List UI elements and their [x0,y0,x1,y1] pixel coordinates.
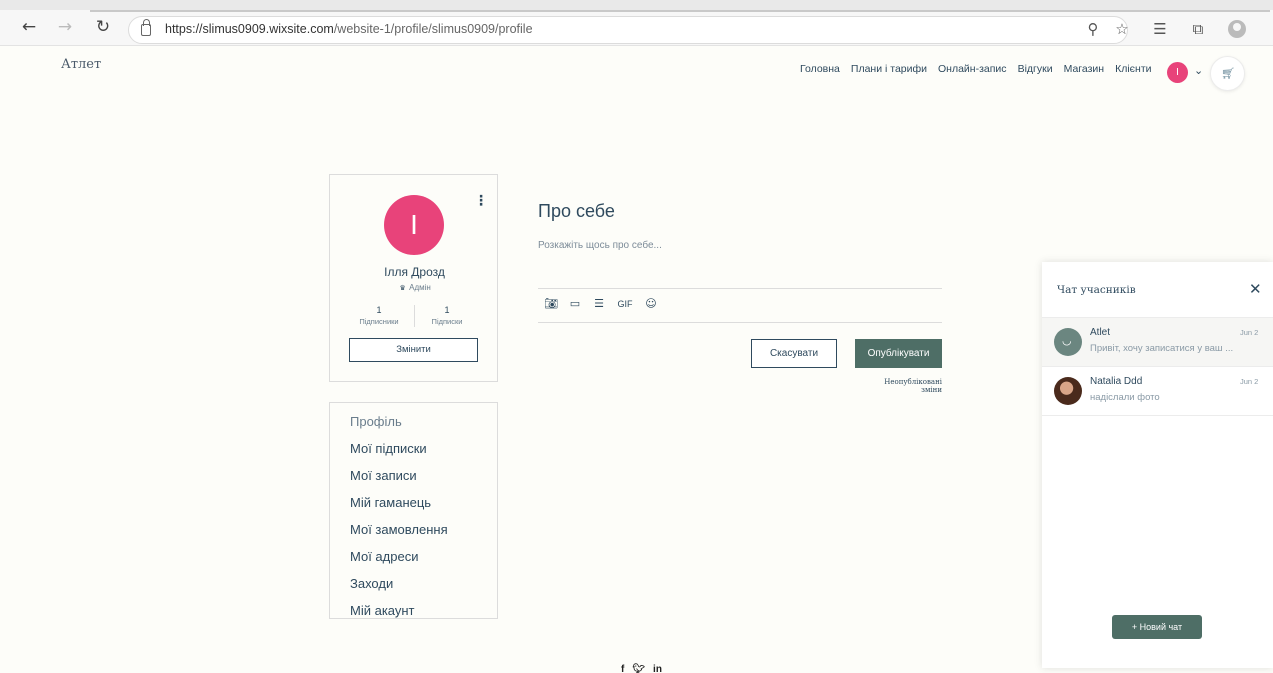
edit-profile-button[interactable]: Змінити [349,338,478,362]
social-links: f 🐦︎ in [621,664,662,673]
chat-title: Чат учасників [1057,284,1136,296]
menu-item-orders[interactable]: Мої замовлення [330,516,497,543]
user-avatar[interactable]: I [1167,62,1188,83]
collections-icon[interactable]: ⧉ [1188,19,1208,39]
nav-home[interactable]: Головна [800,63,840,75]
chat-preview: надіслали фото [1090,392,1160,403]
crown-icon: ♛ [399,285,406,292]
linkedin-icon[interactable]: in [653,664,662,673]
new-chat-button[interactable]: + Новий чат [1112,615,1202,639]
emoji-icon[interactable]: ☺ [644,297,658,311]
browser-toolbar: ← → ↻ https://slimus0909.wixsite.com/web… [0,0,1273,46]
favorite-star-icon[interactable]: ☆ [1112,19,1132,39]
video-icon[interactable]: ▭ [568,297,582,311]
chat-date: Jun 2 [1240,377,1259,386]
browser-profile-icon[interactable] [1228,20,1246,38]
menu-item-wallet[interactable]: Мій гаманець [330,489,497,516]
close-icon[interactable]: ✕ [1249,280,1262,298]
cancel-button[interactable]: Скасувати [751,339,837,368]
menu-item-addresses[interactable]: Мої адреси [330,543,497,570]
following-label: Підписки [431,317,463,326]
followers-label: Підписники [359,317,399,326]
facebook-icon[interactable]: f [621,664,624,673]
menu-item-events[interactable]: Заходи [330,570,497,597]
menu-item-account[interactable]: Мій акаунт [330,597,497,624]
nav-plans[interactable]: Плани і тарифи [851,63,927,75]
site-logo[interactable]: Атлет [61,57,101,72]
url-text[interactable]: https://slimus0909.wixsite.com/website-1… [165,22,533,36]
avatar [1054,328,1082,356]
address-bar[interactable]: https://slimus0909.wixsite.com/website-1… [128,16,1128,44]
back-arrow-icon[interactable]: ← [18,16,40,38]
nav-reviews[interactable]: Відгуки [1018,63,1053,75]
tab-strip [0,0,1273,10]
forward-arrow-icon[interactable]: → [54,16,76,38]
reload-icon[interactable]: ↻ [92,16,114,38]
menu-item-bookings[interactable]: Мої записи [330,462,497,489]
avatar [1054,377,1082,405]
nav-booking[interactable]: Онлайн-запис [938,63,1007,75]
profile-card: ⋮ I Ілля Дрозд ♛ Адмін 1 Підписники 1 Під… [329,174,498,382]
editor-divider-top [538,288,942,289]
about-input[interactable] [538,234,942,256]
camera-icon[interactable]: 📷︎ [544,297,558,311]
following-stat[interactable]: 1 Підписки [412,305,482,326]
url-host: https://slimus0909.wixsite.com [165,22,334,36]
editor-toolbar: 📷︎ ▭ ☰ GIF ☺ [544,297,658,311]
following-count: 1 [444,305,450,315]
site-nav: Головна Плани і тарифи Онлайн-запис Відг… [800,63,1152,75]
favorites-list-icon[interactable]: ☰ [1150,19,1170,39]
profile-name: Ілля Дрозд [384,265,445,279]
about-title: Про себе [538,201,615,221]
divider-insert-icon[interactable]: ☰ [592,297,606,311]
editor-divider-bottom [538,322,942,323]
chevron-down-icon[interactable]: ⌄ [1194,64,1203,77]
cart-button[interactable]: 🛒︎ [1210,56,1245,91]
unpublished-changes-note: Неопубліковані зміни [884,378,942,394]
zoom-icon[interactable]: ⚲ [1083,19,1103,39]
chat-date: Jun 2 [1240,328,1259,337]
nav-shop[interactable]: Магазин [1064,63,1105,75]
profile-menu: Профіль Мої підписки Мої записи Мій гама… [329,402,498,619]
url-path: /website-1/profile/slimus0909/profile [333,22,533,36]
profile-avatar[interactable]: I [384,195,444,255]
chat-panel: Чат учасників ✕ Atlet Jun 2 Привіт, хочу… [1042,262,1273,668]
tab-indicator [90,10,1270,12]
nav-clients[interactable]: Клієнти [1115,63,1151,75]
more-options-icon[interactable]: ⋮ [474,193,488,209]
chat-conversation[interactable]: Atlet Jun 2 Привіт, хочу записатися у ва… [1042,318,1273,367]
cart-icon: 🛒︎ [1221,67,1235,80]
publish-button[interactable]: Опублікувати [855,339,942,368]
menu-item-subscriptions[interactable]: Мої підписки [330,435,497,462]
lock-icon[interactable] [141,19,151,36]
twitter-icon[interactable]: 🐦︎ [632,664,645,673]
chat-name: Atlet [1090,327,1111,338]
gif-icon[interactable]: GIF [616,297,634,311]
chat-name: Natalia Ddd [1090,376,1143,387]
followers-count: 1 [376,305,382,315]
role-label: Адмін [409,283,431,292]
menu-item-profile[interactable]: Профіль [330,408,497,435]
chat-conversation[interactable]: Natalia Ddd Jun 2 надіслали фото [1042,367,1273,416]
chat-preview: Привіт, хочу записатися у ваш ... [1090,343,1234,354]
role-badge: ♛ Адмін [330,283,499,292]
followers-stat[interactable]: 1 Підписники [344,305,414,326]
